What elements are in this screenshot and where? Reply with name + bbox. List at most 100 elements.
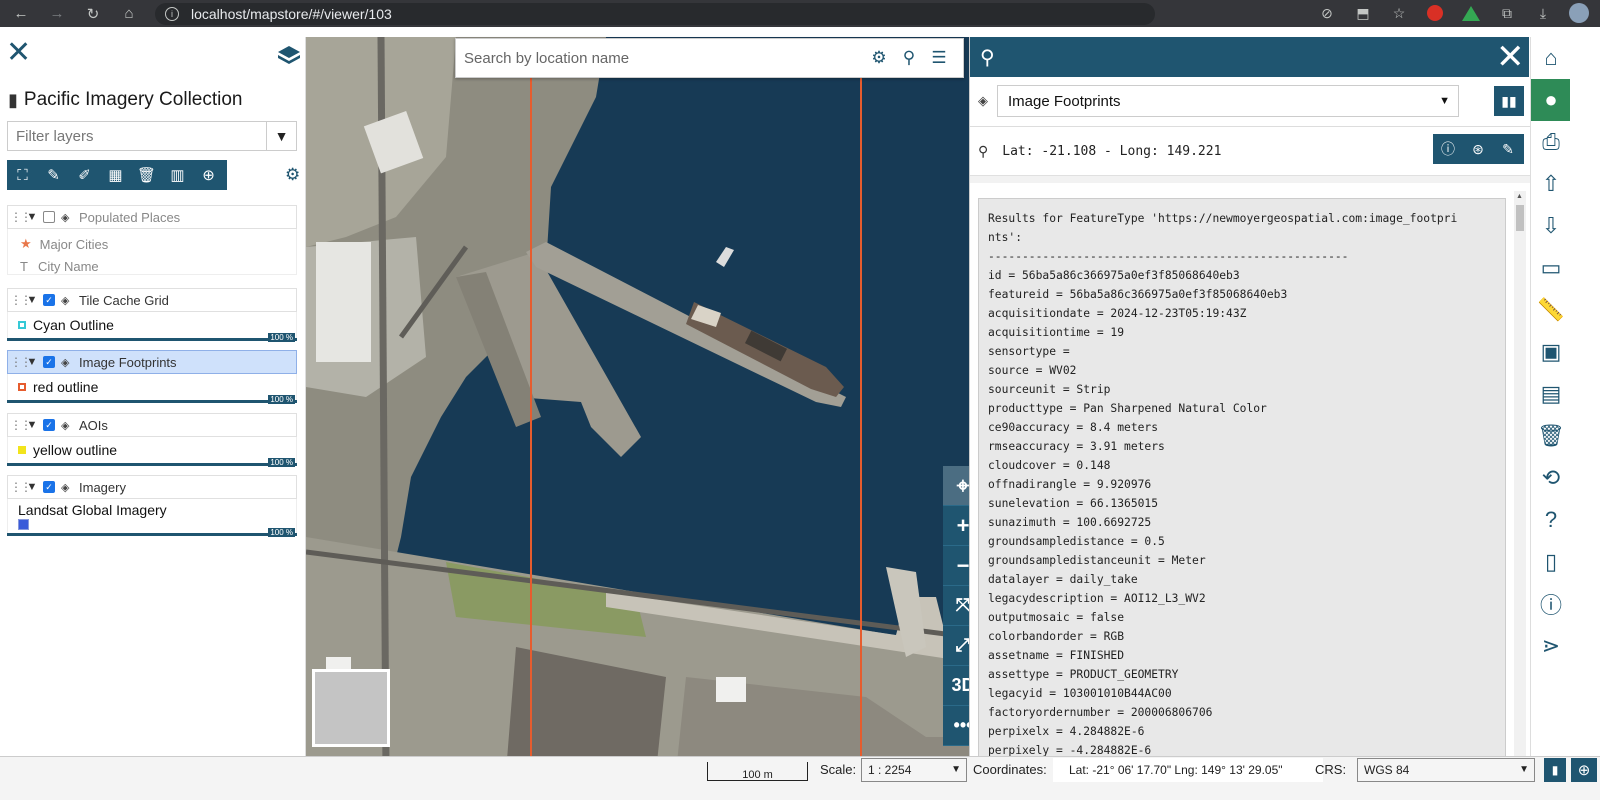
layers-icon[interactable] bbox=[277, 45, 301, 65]
chevron-down-icon[interactable]: ▼ bbox=[24, 211, 40, 223]
chevron-down-icon[interactable]: ▼ bbox=[24, 481, 40, 493]
divider bbox=[970, 175, 1530, 183]
chevron-down-icon[interactable]: ▼ bbox=[24, 294, 40, 306]
settings-gear-icon[interactable]: ⚙ bbox=[285, 165, 300, 185]
profile-avatar[interactable] bbox=[1568, 2, 1590, 24]
battery-icon[interactable]: ▮ bbox=[1544, 758, 1566, 782]
chevron-down-icon[interactable]: ▼ bbox=[24, 419, 40, 431]
drive-extension-icon[interactable] bbox=[1460, 2, 1482, 24]
layer-header[interactable]: ⋮⋮ ▼ ✓ ◈ AOIs bbox=[7, 413, 297, 437]
home-icon[interactable]: ⌂ bbox=[117, 2, 141, 26]
search-settings-gear-icon[interactable]: ⚙ bbox=[864, 43, 894, 73]
info-icon[interactable]: ⓘ bbox=[1531, 583, 1571, 625]
result-line: groundsampledistanceunit = Meter bbox=[988, 554, 1206, 567]
extensions-puzzle-icon[interactable]: ⧉ bbox=[1496, 2, 1518, 24]
text-T-icon: T bbox=[20, 258, 28, 274]
drag-handle-icon[interactable]: ⋮⋮ bbox=[10, 480, 32, 494]
layer-visibility-checkbox[interactable] bbox=[43, 211, 55, 223]
burger-menu-icon[interactable]: ☰ bbox=[924, 43, 954, 73]
search-input[interactable] bbox=[456, 40, 864, 76]
download-circle-icon[interactable]: ⇩ bbox=[1531, 205, 1571, 247]
result-line: assettype = PRODUCT_GEOMETRY bbox=[988, 668, 1179, 681]
filter-layers-input[interactable] bbox=[8, 122, 266, 150]
overview-minimap[interactable] bbox=[312, 669, 390, 747]
layer-select-dropdown[interactable]: Image Footprints ▼ bbox=[997, 85, 1459, 117]
zoom-search-icon[interactable]: ⊛ bbox=[1463, 134, 1493, 164]
identify-header: ⚲ ✕ bbox=[970, 37, 1529, 77]
info-icon[interactable]: ⓘ bbox=[1433, 134, 1463, 164]
search-magnifier-icon[interactable]: ⚲ bbox=[894, 43, 924, 73]
layer-visibility-checkbox[interactable]: ✓ bbox=[43, 294, 55, 306]
forward-arrow-icon[interactable]: → bbox=[45, 2, 69, 26]
trash-icon[interactable]: 🗑 bbox=[1531, 415, 1571, 457]
close-icon[interactable]: ✕ bbox=[6, 38, 32, 68]
save-icon[interactable]: ▣ bbox=[1531, 331, 1571, 373]
trash-icon[interactable]: 🗑 bbox=[131, 160, 162, 190]
close-icon[interactable]: ✕ bbox=[1496, 39, 1525, 75]
filter-funnel-icon[interactable]: ▼ bbox=[266, 122, 296, 150]
result-line: legacydescription = AOI12_L3_WV2 bbox=[988, 592, 1206, 605]
back-arrow-icon[interactable]: ← bbox=[9, 2, 33, 26]
wrench-icon[interactable]: ✎ bbox=[38, 160, 69, 190]
scroll-thumb[interactable] bbox=[1516, 205, 1524, 231]
scroll-up-icon[interactable]: ▲ bbox=[1516, 193, 1523, 200]
reload-icon[interactable]: ↻ bbox=[81, 2, 105, 26]
edit-pencil-icon[interactable]: ✎ bbox=[1493, 134, 1523, 164]
location-off-icon[interactable]: ⊘ bbox=[1316, 2, 1338, 24]
layer-header[interactable]: ⋮⋮ ▼ ✓ ◈ Image Footprints bbox=[7, 350, 297, 374]
save-as-icon[interactable]: ▤ bbox=[1531, 373, 1571, 415]
extension-red-icon[interactable] bbox=[1424, 2, 1446, 24]
style-brush-icon[interactable]: ✐ bbox=[69, 160, 100, 190]
help-icon[interactable]: ? bbox=[1531, 499, 1571, 541]
layer-icon: ◈ bbox=[61, 419, 70, 432]
install-app-icon[interactable]: ⬒ bbox=[1352, 2, 1374, 24]
layers-panel: ✕ ▮ Pacific Imagery Collection ▼ ⛶ ✎ ✐ ▦… bbox=[0, 37, 306, 772]
site-info-icon[interactable]: i bbox=[165, 6, 179, 21]
opacity-slider[interactable]: 100 % bbox=[7, 333, 297, 342]
drag-handle-icon[interactable]: ⋮⋮ bbox=[10, 293, 32, 307]
map-view[interactable] bbox=[306, 37, 969, 772]
opacity-slider[interactable]: 100 % bbox=[7, 458, 297, 467]
map-book-icon: ▮ bbox=[8, 89, 18, 110]
share-icon[interactable]: ⟲ bbox=[1531, 457, 1571, 499]
result-line: featureid = 56ba5a86c366975a0ef3f8506864… bbox=[988, 288, 1288, 301]
folder-open-icon[interactable]: ▭ bbox=[1531, 247, 1571, 289]
drag-handle-icon[interactable]: ⋮⋮ bbox=[10, 355, 32, 369]
upload-circle-icon[interactable]: ⇧ bbox=[1531, 163, 1571, 205]
address-bar[interactable]: i localhost/mapstore/#/viewer/103 bbox=[155, 2, 1155, 25]
ruler-measure-icon[interactable]: 📏 bbox=[1531, 289, 1571, 331]
chevron-down-icon[interactable]: ▼ bbox=[24, 356, 40, 368]
download-circle-icon[interactable]: ⊕ bbox=[193, 160, 224, 190]
map-pin-icon: ⚲ bbox=[980, 47, 995, 69]
results-scrollbar[interactable]: ▲ ▼ bbox=[1514, 191, 1526, 765]
coordinates-label: Coordinates: bbox=[973, 762, 1047, 777]
zoom-to-layer-icon[interactable]: ⛶ bbox=[7, 160, 38, 190]
globe-crs-icon[interactable]: ⊕ bbox=[1571, 758, 1597, 782]
opacity-slider[interactable]: 100 % bbox=[7, 528, 297, 537]
scale-select-dropdown[interactable]: 1 : 2254 ▼ bbox=[861, 758, 967, 782]
layer-header[interactable]: ⋮⋮ ▼ ✓ ◈ Imagery bbox=[7, 475, 297, 499]
user-icon[interactable]: ● bbox=[1531, 79, 1571, 121]
identify-actions: ⓘ ⊛ ✎ bbox=[1433, 134, 1524, 164]
drag-handle-icon[interactable]: ⋮⋮ bbox=[10, 210, 32, 224]
bookmark-star-icon[interactable]: ☆ bbox=[1388, 2, 1410, 24]
opacity-slider[interactable]: 100 % bbox=[7, 395, 297, 404]
map-book-icon[interactable]: ▮▮ bbox=[1494, 86, 1524, 116]
layer-visibility-checkbox[interactable]: ✓ bbox=[43, 356, 55, 368]
attribute-table-icon[interactable]: ▦ bbox=[100, 160, 131, 190]
layer-visibility-checkbox[interactable]: ✓ bbox=[43, 419, 55, 431]
print-icon[interactable]: ⎙ bbox=[1531, 121, 1571, 163]
home-icon[interactable]: ⌂ bbox=[1531, 37, 1571, 79]
url-text: localhost/mapstore/#/viewer/103 bbox=[191, 5, 392, 22]
widgets-chart-icon[interactable]: ▥ bbox=[162, 160, 193, 190]
drag-handle-icon[interactable]: ⋮⋮ bbox=[10, 418, 32, 432]
download-icon[interactable]: ⤓ bbox=[1532, 2, 1554, 24]
page-edge bbox=[1570, 37, 1600, 772]
book-icon[interactable]: ▯ bbox=[1531, 541, 1571, 583]
layer-header[interactable]: ⋮⋮ ▼ ✓ ◈ Tile Cache Grid bbox=[7, 288, 297, 312]
crs-select-dropdown[interactable]: WGS 84 ▼ bbox=[1357, 758, 1535, 782]
layer-visibility-checkbox[interactable]: ✓ bbox=[43, 481, 55, 493]
share-network-icon[interactable]: ⋗ bbox=[1531, 625, 1571, 667]
layer-header[interactable]: ⋮⋮ ▼ ◈ Populated Places bbox=[7, 205, 297, 229]
result-line: colorbandorder = RGB bbox=[988, 630, 1125, 643]
